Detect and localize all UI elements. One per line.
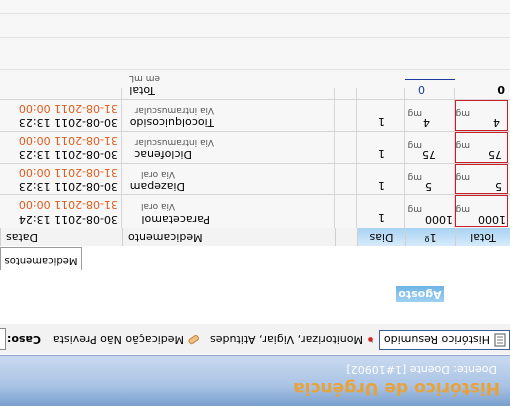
historico-resumido-label: Histórico Resumido (383, 333, 490, 347)
date-start: 30-08-2011 13:24 (18, 213, 118, 226)
drug-route: Via intramuscular (134, 105, 214, 115)
col-header-first[interactable]: 1º (405, 228, 455, 246)
monitorizar-label: Monitorizar, Vigiar, Atitudes (210, 333, 364, 347)
total-unit: em mL (129, 73, 160, 83)
bandage-icon (188, 334, 199, 345)
calendar-row: Agosto (0, 270, 510, 324)
dias-value: 1 (378, 179, 385, 192)
date-end: 31-08-2011 00:00 (18, 198, 118, 211)
caso-field[interactable] (0, 328, 6, 350)
first-value: 75 (422, 148, 436, 161)
toolbar: Histórico Resumido Monitorizar, Vigiar, … (0, 323, 510, 354)
unit-first: mg (407, 140, 422, 150)
col-header-blank (335, 228, 357, 246)
unit-first: mg (407, 172, 422, 182)
unit-first: mg (407, 108, 422, 118)
unit-total: mg (455, 140, 470, 150)
month-chip[interactable]: Agosto (396, 286, 444, 302)
col-header-dias[interactable]: Dias (357, 228, 405, 246)
unit-total: mg (455, 108, 470, 118)
page-header: Histórico de Urgência Doente: Doente [1#… (0, 355, 510, 406)
total-value: 5 (495, 180, 502, 193)
total-value: 75 (488, 148, 502, 161)
dias-value: 1 (378, 147, 385, 160)
drug-route: Via oral (140, 201, 175, 211)
drug-name: Tiocolquicosido (129, 116, 214, 129)
date-end: 31-08-2011 00:00 (18, 166, 118, 179)
total-sum-value: 0 (497, 83, 505, 96)
dias-value: 1 (378, 115, 385, 128)
col-header-total[interactable]: Total (455, 228, 510, 246)
date-start: 30-08-2011 13:23 (18, 180, 118, 193)
dias-value: 1 (378, 211, 385, 224)
page-title: Histórico de Urgência (293, 378, 500, 398)
drug-name: Diclofenac (134, 148, 192, 161)
monitorizar-button[interactable]: Monitorizar, Vigiar, Atitudes (207, 330, 377, 350)
first-value: 1000 (425, 213, 453, 226)
drug-route: Via oral (140, 169, 175, 179)
medicacao-nao-prevista-label: Medicação Não Prevista (52, 333, 184, 347)
col-header-medicamento[interactable]: Medicamento (122, 228, 335, 246)
caso-label: Caso: (7, 333, 41, 347)
unit-total: mg (455, 172, 470, 182)
total-label: Total (129, 84, 155, 97)
monitor-heart-icon (368, 337, 374, 343)
col-header-datas[interactable]: Datas (0, 228, 122, 246)
total-value: 1000 (478, 213, 506, 226)
date-end: 31-08-2011 00:00 (18, 102, 118, 115)
first-sum-value: 0 (418, 83, 425, 96)
drug-route: Via intramuscular (134, 137, 214, 147)
first-value: 4 (423, 116, 430, 129)
first-value: 5 (425, 180, 432, 193)
app-window: Histórico de Urgência Doente: Doente [1#… (0, 0, 510, 406)
tab-medicamentos[interactable]: Medicamentos (0, 247, 82, 270)
drug-name: Diazepam (129, 180, 185, 193)
total-value: 4 (493, 116, 500, 129)
date-start: 30-08-2011 13:23 (18, 148, 118, 161)
document-icon (494, 333, 506, 347)
date-start: 30-08-2011 13:23 (18, 116, 118, 129)
tab-strip: Medicamentos (0, 245, 510, 270)
unit-first: mg (407, 204, 422, 214)
medication-table: Total 1º Dias Medicamento Datas mg 1000 … (0, 0, 510, 246)
date-end: 31-08-2011 00:00 (18, 134, 118, 147)
medicacao-nao-prevista-button[interactable]: Medicação Não Prevista (48, 330, 203, 350)
drug-name: Paracetamol (141, 213, 210, 226)
patient-subtitle: Doente: Doente [1#10902] (346, 363, 497, 376)
unit-total: mg (455, 204, 470, 214)
historico-resumido-button[interactable]: Histórico Resumido (379, 330, 510, 350)
